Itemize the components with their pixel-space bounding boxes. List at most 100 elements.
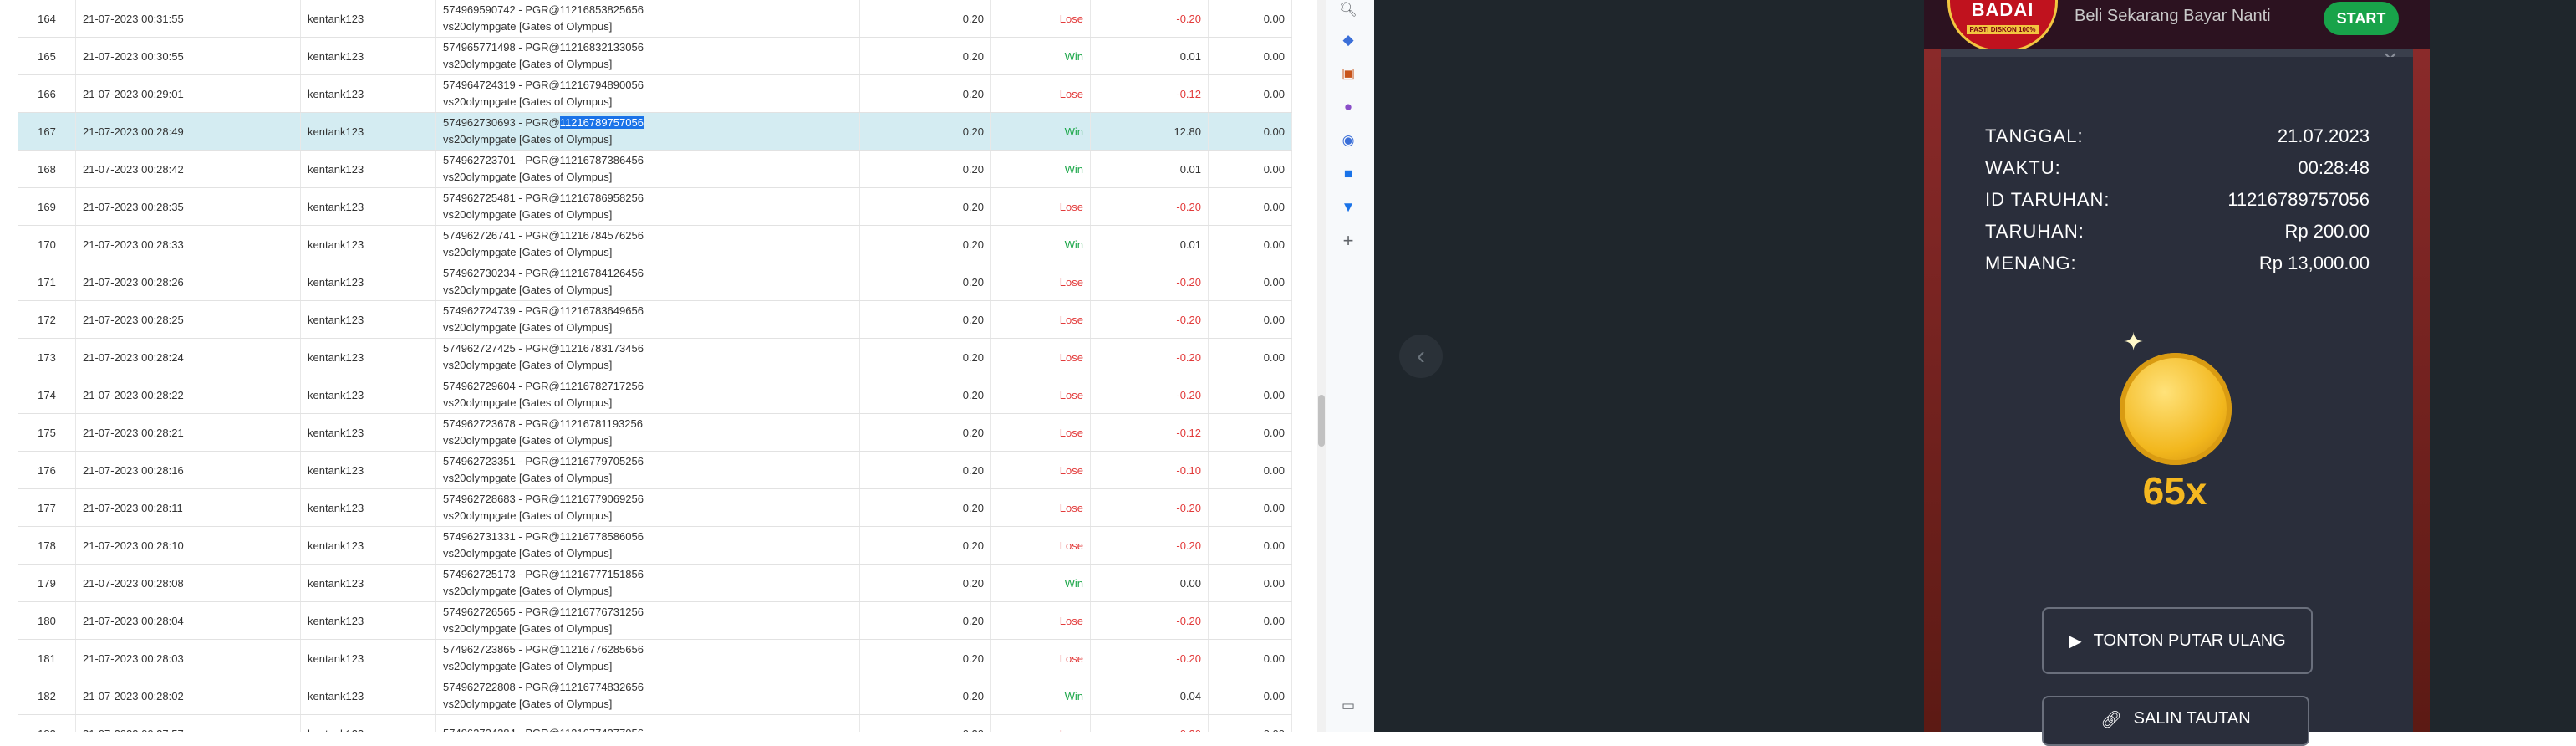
table-row[interactable]: 167 21-07-2023 00:28:49 kentank123 57496273… bbox=[18, 112, 1292, 151]
game-name: vs20olympgate [Gates of Olympus] bbox=[443, 246, 613, 258]
transaction-id[interactable]: 574962724739 - PGR@11216783649656 bbox=[443, 303, 853, 319]
table-row[interactable]: 176 21-07-2023 00:28:16 kentank123 57496272… bbox=[18, 451, 1292, 489]
bet-history-pane: 164 21-07-2023 00:31:55 kentank123 57496959… bbox=[0, 0, 1326, 732]
row-profit: -0.20 bbox=[1090, 376, 1209, 414]
row-number: 172 bbox=[18, 300, 76, 339]
copy-link-button[interactable]: 🔗︎ SALIN TAUTAN bbox=[2042, 696, 2309, 746]
row-profit: -0.20 bbox=[1090, 526, 1209, 565]
tag-icon[interactable]: ◆ bbox=[1338, 30, 1358, 50]
transaction-id[interactable]: 574962723678 - PGR@11216781193256 bbox=[443, 416, 853, 432]
table-row[interactable]: 166 21-07-2023 00:29:01 kentank123 57496472… bbox=[18, 74, 1292, 113]
row-username: kentank123 bbox=[300, 639, 436, 677]
row-username: kentank123 bbox=[300, 451, 436, 489]
info-waktu: WAKTU: 00:28:48 bbox=[1985, 157, 2370, 179]
table-row[interactable]: 164 21-07-2023 00:31:55 kentank123 57496959… bbox=[18, 0, 1292, 38]
row-transaction: 574962726565 - PGR@11216776731256 vs20oly… bbox=[435, 601, 860, 640]
transaction-id[interactable]: 574962726565 - PGR@11216776731256 bbox=[443, 604, 853, 621]
office-icon[interactable]: ◉ bbox=[1338, 130, 1358, 151]
table-row[interactable]: 182 21-07-2023 00:28:02 kentank123 57496272… bbox=[18, 677, 1292, 715]
table-row[interactable]: 18321-07-2023 00:27:57kentank123 57496272… bbox=[18, 714, 1292, 732]
row-result: Win bbox=[990, 37, 1091, 75]
game-name: vs20olympgate [Gates of Olympus] bbox=[443, 133, 613, 146]
transaction-id[interactable]: 574962725481 - PGR@11216786958256 bbox=[443, 190, 853, 207]
transaction-id[interactable]: 574962728683 - PGR@11216779069256 bbox=[443, 491, 853, 508]
briefcase-icon[interactable]: ▣ bbox=[1338, 64, 1358, 84]
table-row[interactable]: 179 21-07-2023 00:28:08 kentank123 57496272… bbox=[18, 564, 1292, 602]
table-row[interactable]: 177 21-07-2023 00:28:11 kentank123 57496272… bbox=[18, 488, 1292, 527]
row-result: Lose bbox=[990, 639, 1091, 677]
row-stake: 0.20 bbox=[859, 488, 991, 527]
table-row[interactable]: 175 21-07-2023 00:28:21 kentank123 57496272… bbox=[18, 413, 1292, 452]
ad-text: Beli Sekarang Bayar Nanti bbox=[2075, 7, 2271, 25]
row-date: 21-07-2023 00:30:55 bbox=[75, 37, 301, 75]
row-profit: -0.20 bbox=[1090, 187, 1209, 226]
row-transaction: 574965771498 - PGR@11216832133056 vs20oly… bbox=[435, 37, 860, 75]
tanggal-value: 21.07.2023 bbox=[2277, 125, 2370, 146]
info-tanggal: TANGGAL: 21.07.2023 bbox=[1985, 125, 2370, 147]
tanggal-label: TANGGAL: bbox=[1985, 125, 2084, 146]
ad-start-button[interactable]: START bbox=[2324, 2, 2399, 35]
transaction-id[interactable]: 574962724284 - PGR@11216774277056 bbox=[443, 725, 853, 732]
table-row[interactable]: 169 21-07-2023 00:28:35 kentank123 57496272… bbox=[18, 187, 1292, 226]
transaction-id[interactable]: 574962731331 - PGR@11216778586056 bbox=[443, 529, 853, 545]
transaction-id[interactable]: 574962725173 - PGR@11216777151856 bbox=[443, 566, 853, 583]
ad-badge-sub: PASTI DISKON 100% bbox=[1966, 25, 2039, 34]
table-row[interactable]: 165 21-07-2023 00:30:55 kentank123 57496577… bbox=[18, 37, 1292, 75]
row-stake: 0.20 bbox=[859, 74, 991, 113]
plus-icon[interactable]: + bbox=[1338, 230, 1358, 251]
transaction-id[interactable]: 574969590742 - PGR@11216853825656 bbox=[443, 2, 853, 18]
table-row[interactable]: 178 21-07-2023 00:28:10 kentank123 57496273… bbox=[18, 526, 1292, 565]
outlook-icon[interactable]: ■ bbox=[1338, 164, 1358, 184]
row-username: kentank123 bbox=[300, 187, 436, 226]
row-transaction: 574962724284 - PGR@11216774277056 bbox=[435, 714, 860, 732]
game-name: vs20olympgate [Gates of Olympus] bbox=[443, 509, 613, 522]
row-result: Lose bbox=[990, 413, 1091, 452]
menang-label: MENANG: bbox=[1985, 253, 2077, 273]
transaction-id[interactable]: 574962726741 - PGR@11216784576256 bbox=[443, 227, 853, 244]
transaction-id[interactable]: 574965771498 - PGR@11216832133056 bbox=[443, 39, 853, 56]
transaction-id[interactable]: 574962722808 - PGR@11216774832656 bbox=[443, 679, 853, 696]
transaction-id[interactable]: 574962723865 - PGR@11216776285656 bbox=[443, 641, 853, 658]
edge-sidebar: 🔍︎ ◆ ▣ ● ◉ ■ ▼ + ▭ bbox=[1326, 0, 1375, 732]
table-row[interactable]: 174 21-07-2023 00:28:22 kentank123 57496272… bbox=[18, 376, 1292, 414]
row-result: Win bbox=[990, 150, 1091, 188]
row-transaction: 574962723701 - PGR@11216787386456 vs20oly… bbox=[435, 150, 860, 188]
table-row[interactable]: 170 21-07-2023 00:28:33 kentank123 57496272… bbox=[18, 225, 1292, 263]
row-balance: 0.00 bbox=[1208, 150, 1292, 188]
table-row[interactable]: 180 21-07-2023 00:28:04 kentank123 57496272… bbox=[18, 601, 1292, 640]
transaction-id[interactable]: 574962729604 - PGR@11216782717256 bbox=[443, 378, 853, 395]
search-icon[interactable]: 🔍︎ bbox=[1338, 0, 1358, 20]
sidebar-toggle-icon[interactable]: ▭ bbox=[1338, 696, 1358, 716]
selected-text[interactable]: 11216789757056 bbox=[559, 116, 644, 129]
shopping-cart-icon[interactable]: ▼ bbox=[1338, 197, 1358, 217]
table-row[interactable]: 181 21-07-2023 00:28:03 kentank123 57496272… bbox=[18, 639, 1292, 677]
people-icon[interactable]: ● bbox=[1338, 97, 1358, 117]
row-number: 179 bbox=[18, 564, 76, 602]
row-stake: 0.20 bbox=[859, 112, 991, 151]
transaction-id[interactable]: 574964724319 - PGR@11216794890056 bbox=[443, 77, 853, 94]
transaction-id[interactable]: 574962727425 - PGR@11216783173456 bbox=[443, 340, 853, 357]
row-date: 21-07-2023 00:28:08 bbox=[75, 564, 301, 602]
vertical-scrollbar[interactable] bbox=[1317, 0, 1326, 732]
row-profit: 0.01 bbox=[1090, 225, 1209, 263]
row-transaction: 574964724319 - PGR@11216794890056 vs20oly… bbox=[435, 74, 860, 113]
row-profit: -0.20 bbox=[1090, 714, 1209, 732]
info-id-taruhan: ID TARUHAN: 11216789757056 bbox=[1985, 189, 2370, 211]
scrollbar-thumb[interactable] bbox=[1318, 395, 1325, 447]
row-transaction: 574962723678 - PGR@11216781193256 vs20oly… bbox=[435, 413, 860, 452]
row-date: 21-07-2023 00:29:01 bbox=[75, 74, 301, 113]
transaction-id[interactable]: 574962723701 - PGR@11216787386456 bbox=[443, 152, 853, 169]
transaction-id[interactable]: 574962730693 - PGR@11216789757056 bbox=[443, 115, 853, 131]
previous-image-button[interactable]: ‹ bbox=[1399, 335, 1443, 378]
table-row[interactable]: 173 21-07-2023 00:28:24 kentank123 57496272… bbox=[18, 338, 1292, 376]
row-transaction: 574962726741 - PGR@11216784576256 vs20oly… bbox=[435, 225, 860, 263]
row-result: Win bbox=[990, 225, 1091, 263]
row-balance: 0.00 bbox=[1208, 225, 1292, 263]
row-username: kentank123 bbox=[300, 74, 436, 113]
replay-button[interactable]: ▶ TONTON PUTAR ULANG bbox=[2042, 607, 2313, 674]
transaction-id[interactable]: 574962730234 - PGR@11216784126456 bbox=[443, 265, 853, 282]
transaction-id[interactable]: 574962723351 - PGR@11216779705256 bbox=[443, 453, 853, 470]
table-row[interactable]: 171 21-07-2023 00:28:26 kentank123 57496273… bbox=[18, 263, 1292, 301]
table-row[interactable]: 172 21-07-2023 00:28:25 kentank123 57496272… bbox=[18, 300, 1292, 339]
table-row[interactable]: 168 21-07-2023 00:28:42 kentank123 57496272… bbox=[18, 150, 1292, 188]
